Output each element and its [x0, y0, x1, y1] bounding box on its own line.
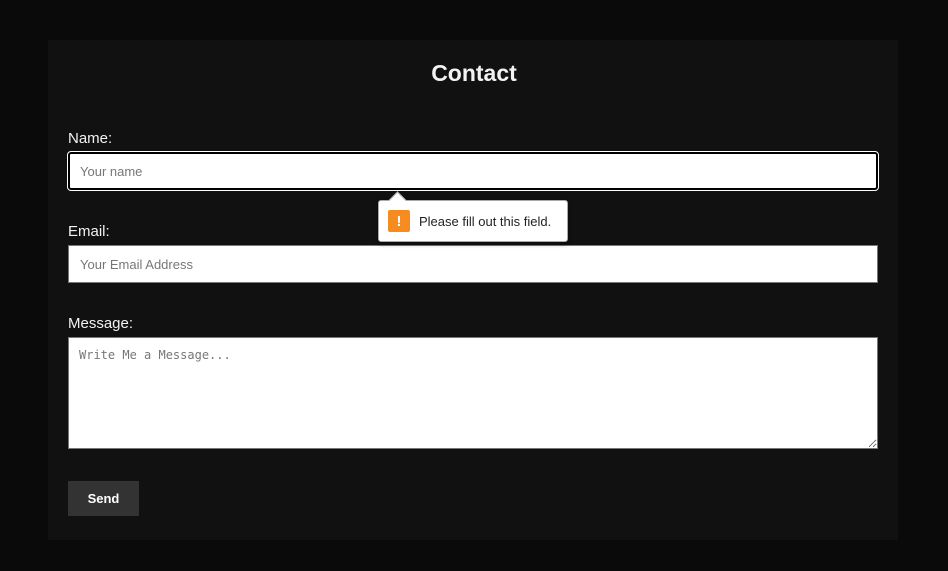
name-label: Name: [68, 130, 113, 147]
validation-tooltip: ! Please fill out this field. [378, 200, 568, 242]
validation-message: Please fill out this field. [419, 213, 552, 229]
message-label: Message: [68, 315, 134, 332]
email-input[interactable] [68, 245, 878, 283]
message-textarea[interactable] [68, 337, 878, 449]
email-label: Email: [68, 223, 110, 240]
name-input[interactable] [67, 151, 879, 191]
warning-icon: ! [388, 210, 410, 232]
contact-card [48, 40, 898, 540]
send-button[interactable]: Send [68, 481, 139, 516]
page-title: Contact [431, 60, 517, 86]
